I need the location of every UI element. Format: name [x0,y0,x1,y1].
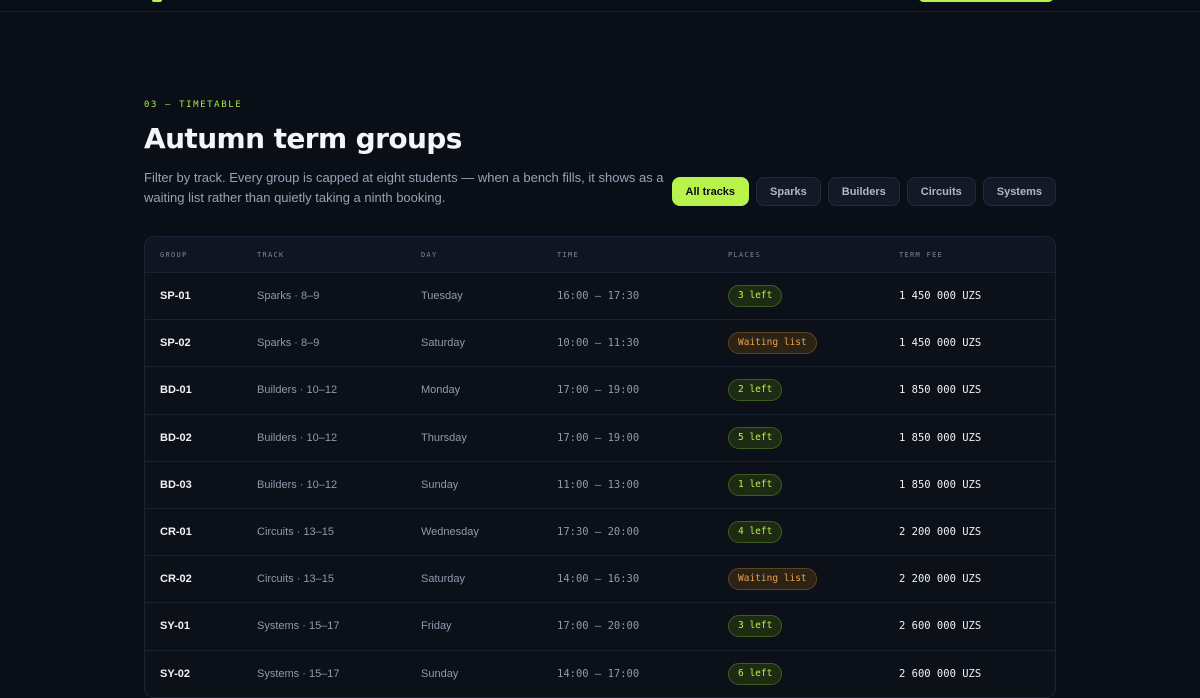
group-code: BD-02 [160,431,192,444]
table-row: CR-01 Circuits · 13–15 Wednesday 17:30 — 20… [145,507,1055,555]
filter-chip-sparks[interactable]: Sparks [756,177,821,206]
places-cell: 6 left [728,662,899,685]
filter-chip-circuits[interactable]: Circuits [906,177,976,206]
table-header: GROUP TRACK DAY TIME PLACES TERM FEE [145,237,1055,272]
places-left-badge: 5 left [728,426,783,449]
time-range: 16:00 — 17:30 [557,290,640,303]
places-cell: 5 left [728,426,899,449]
day: Tuesday [421,290,463,303]
day: Sunday [421,667,459,680]
time-range: 11:00 — 13:00 [557,478,640,491]
filter-chip-builders[interactable]: Builders [827,177,900,206]
logo-icon[interactable] [152,0,162,2]
places-cell: 2 left [728,379,899,402]
group-code: SP-01 [160,290,191,303]
waiting-list-badge: Waiting list [728,332,817,355]
places-left-badge: 4 left [728,521,783,544]
track-name: Sparks · 8–9 [257,337,320,350]
places-cell: Waiting list [728,332,899,355]
waiting-list-badge: Waiting list [728,568,817,591]
group-code: BD-03 [160,478,192,491]
top-navigation-bar [0,0,1200,12]
places-cell: Waiting list [728,568,899,591]
table-row: CR-02 Circuits · 13–15 Saturday 14:00 — 16:… [145,555,1055,602]
time-range: 17:00 — 20:00 [557,620,640,633]
term-fee: 1 450 000 UZS [899,290,982,303]
time-range: 14:00 — 16:30 [557,573,640,586]
group-code: CR-02 [160,573,192,586]
day: Friday [421,620,452,633]
term-fee: 1 850 000 UZS [899,384,982,397]
term-fee: 2 200 000 UZS [899,573,982,586]
track-name: Builders · 10–12 [257,478,338,491]
places-left-badge: 6 left [728,662,783,685]
places-left-badge: 1 left [728,473,783,496]
day: Sunday [421,478,459,491]
table-row: BD-03 Builders · 10–12 Sunday 11:00 — 13:00… [145,460,1055,508]
groups-table: GROUP TRACK DAY TIME PLACES TERM FEE SP-… [144,236,1056,698]
table-body: SP-01 Sparks · 8–9 Tuesday 16:00 — 17:30 3 l… [145,272,1055,697]
column-header-track: TRACK [257,250,285,259]
track-filter-group: All tracks Sparks Builders Circuits Systems [671,177,1056,206]
term-fee: 1 850 000 UZS [899,431,982,444]
column-header-group: GROUP [160,250,188,259]
day: Thursday [421,431,467,444]
time-range: 10:00 — 11:30 [557,337,640,350]
header-cta-button[interactable] [918,0,1054,2]
track-name: Systems · 15–17 [257,667,340,680]
places-cell: 1 left [728,473,899,496]
table-row: SP-02 Sparks · 8–9 Saturday 10:00 — 11:30 Wa… [145,319,1055,366]
term-fee: 2 600 000 UZS [899,667,982,680]
section-description: Filter by track. Every group is capped a… [144,170,664,205]
term-fee: 1 450 000 UZS [899,337,982,350]
places-cell: 3 left [728,615,899,638]
places-cell: 3 left [728,285,899,308]
term-fee: 1 850 000 UZS [899,478,982,491]
table-row: SY-02 Systems · 15–17 Sunday 14:00 — 17:00 6… [145,649,1055,697]
places-left-badge: 3 left [728,615,783,638]
track-name: Builders · 10–12 [257,431,338,444]
group-code: CR-01 [160,526,192,539]
column-header-time: TIME [557,250,580,259]
term-fee: 2 600 000 UZS [899,620,982,633]
group-code: BD-01 [160,384,192,397]
table-row: BD-01 Builders · 10–12 Monday 17:00 — 19:00… [145,366,1055,413]
day: Wednesday [421,526,479,539]
column-header-term-fee: TERM FEE [899,250,944,259]
table-row: SY-01 Systems · 15–17 Friday 17:00 — 20:00 3… [145,602,1055,649]
time-range: 14:00 — 17:00 [557,667,640,680]
track-name: Systems · 15–17 [257,620,340,633]
time-range: 17:30 — 20:00 [557,526,640,539]
section-eyebrow: 03 — TIMETABLE [144,100,243,110]
term-fee: 2 200 000 UZS [899,526,982,539]
table-row: SP-01 Sparks · 8–9 Tuesday 16:00 — 17:30 3 l… [145,272,1055,319]
table-row: BD-02 Builders · 10–12 Thursday 17:00 — 19:… [145,413,1055,461]
day: Monday [421,384,461,397]
places-left-badge: 2 left [728,379,783,402]
column-header-day: DAY [421,250,438,259]
track-name: Circuits · 13–15 [257,573,335,586]
filter-chip-systems[interactable]: Systems [982,177,1056,206]
day: Saturday [421,337,466,350]
group-code: SY-01 [160,620,190,633]
track-name: Builders · 10–12 [257,384,338,397]
day: Saturday [421,573,466,586]
group-code: SP-02 [160,337,191,350]
places-cell: 4 left [728,521,899,544]
places-left-badge: 3 left [728,285,783,308]
track-name: Circuits · 13–15 [257,526,335,539]
group-code: SY-02 [160,667,190,680]
filter-chip-all-tracks[interactable]: All tracks [671,177,750,206]
column-header-places: PLACES [728,250,762,259]
section-title: Autumn term groups [144,122,462,155]
time-range: 17:00 — 19:00 [557,431,640,444]
time-range: 17:00 — 19:00 [557,384,640,397]
track-name: Sparks · 8–9 [257,290,320,303]
